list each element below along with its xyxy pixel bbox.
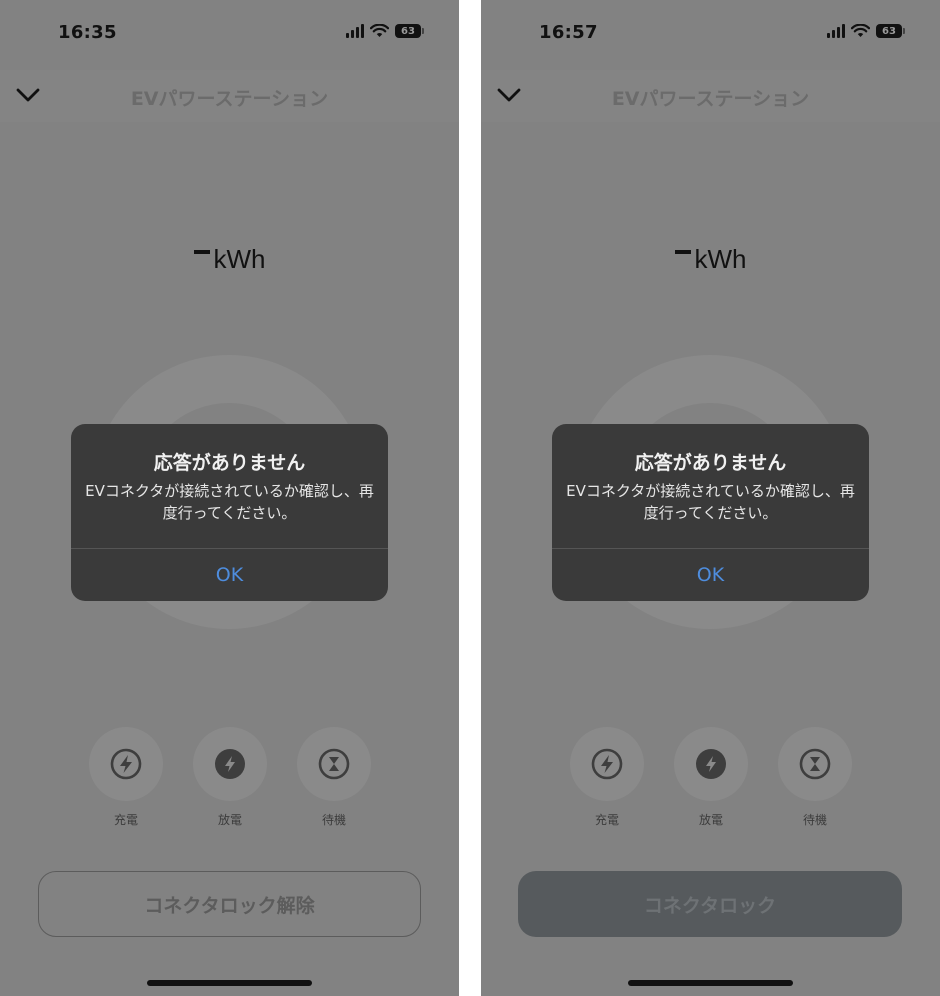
standby-button[interactable] <box>778 727 852 801</box>
status-time: 16:35 <box>58 22 117 43</box>
mode-standby: 待機 <box>777 727 853 828</box>
mode-label-discharge: 放電 <box>217 813 242 827</box>
lightning-filled-icon <box>215 749 245 779</box>
alert-dialog: 応答がありません EVコネクタが接続されているか確認し、再度行ってください。 O… <box>552 424 869 601</box>
wifi-icon <box>851 24 870 37</box>
charge-button[interactable] <box>570 727 644 801</box>
energy-unit: kWh <box>213 244 266 274</box>
charge-button[interactable] <box>89 727 163 801</box>
mode-label-standby: 待機 <box>802 813 827 827</box>
energy-readout: kWh <box>0 244 459 275</box>
status-icons: 63 <box>827 24 905 38</box>
hourglass-icon <box>318 748 350 780</box>
mode-charge: 充電 <box>88 727 164 828</box>
dialog-title: 応答がありません <box>153 452 306 474</box>
navigation-bar: EVパワーステーション <box>481 70 940 122</box>
battery-icon: 63 <box>876 24 905 38</box>
mode-discharge: 放電 <box>192 727 268 828</box>
navigation-bar: EVパワーステーション <box>0 70 459 122</box>
cellular-signal-icon <box>346 24 364 38</box>
energy-unit: kWh <box>694 244 747 274</box>
mode-standby: 待機 <box>296 727 372 828</box>
discharge-button[interactable] <box>674 727 748 801</box>
energy-value-placeholder <box>674 250 691 254</box>
home-indicator[interactable] <box>628 980 793 986</box>
mode-charge: 充電 <box>569 727 645 828</box>
dialog-title: 応答がありません <box>634 452 787 474</box>
phone-screen-right: 16:57 63 EVパワーステーション kWh 応答がありません EVコネクタ… <box>481 0 940 996</box>
alert-dialog: 応答がありません EVコネクタが接続されているか確認し、再度行ってください。 O… <box>71 424 388 601</box>
ok-button[interactable]: OK <box>71 549 388 601</box>
energy-value-placeholder <box>193 250 210 254</box>
mode-label-charge: 充電 <box>594 813 619 827</box>
battery-icon: 63 <box>395 24 424 38</box>
mode-discharge: 放電 <box>673 727 749 828</box>
status-icons: 63 <box>346 24 424 38</box>
lightning-outline-icon <box>110 748 142 780</box>
status-time: 16:57 <box>539 22 598 43</box>
page-title: EVパワーステーション <box>130 88 329 110</box>
lightning-outline-icon <box>591 748 623 780</box>
page-title: EVパワーステーション <box>611 88 810 110</box>
energy-readout: kWh <box>481 244 940 275</box>
ok-button[interactable]: OK <box>552 549 869 601</box>
dialog-message: EVコネクタが接続されているか確認し、再度行ってください。 <box>566 482 855 522</box>
standby-button[interactable] <box>297 727 371 801</box>
wifi-icon <box>370 24 389 37</box>
mode-label-discharge: 放電 <box>698 813 723 827</box>
cellular-signal-icon <box>827 24 845 38</box>
hourglass-icon <box>799 748 831 780</box>
connector-lock-button[interactable]: コネクタロック <box>518 871 902 937</box>
phone-screen-left: 16:35 63 EVパワーステーション kWh 応答がありません EVコネクタ… <box>0 0 459 996</box>
home-indicator[interactable] <box>147 980 312 986</box>
mode-label-charge: 充電 <box>113 813 138 827</box>
dialog-message: EVコネクタが接続されているか確認し、再度行ってください。 <box>85 482 374 522</box>
connector-unlock-button[interactable]: コネクタロック解除 <box>38 871 421 937</box>
discharge-button[interactable] <box>193 727 267 801</box>
mode-label-standby: 待機 <box>321 813 346 827</box>
lightning-filled-icon <box>696 749 726 779</box>
